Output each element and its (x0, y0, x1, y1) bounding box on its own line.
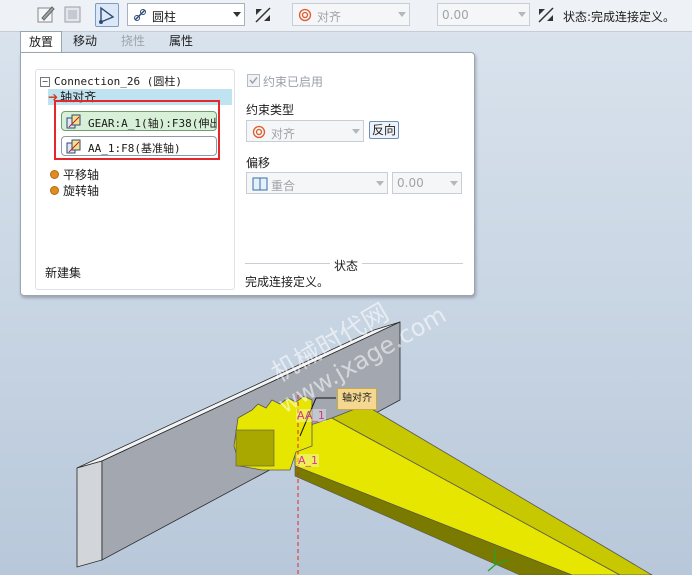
constraint-type-toolbar-select[interactable]: 对齐 (292, 3, 410, 26)
dashboard-settings-icon[interactable] (34, 3, 58, 27)
set-status-icon (50, 170, 59, 179)
tab-move[interactable]: 移动 (66, 31, 104, 52)
cylinder-joint-icon (133, 8, 147, 25)
tab-properties[interactable]: 属性 (162, 31, 200, 52)
chevron-down-icon (450, 181, 458, 186)
reverse-button[interactable]: 反向 (369, 121, 399, 139)
status-header: 状态 (330, 257, 363, 274)
toolbar-status-text: 状态:完成连接定义。 (563, 10, 676, 24)
axis-label-a1: A_1 (297, 454, 320, 467)
dashboard-toolbar: 圆柱 对齐 0.00 状态:完成连接定义。 (0, 0, 692, 32)
offset-toolbar-value: 0.00 (442, 8, 469, 22)
axis-label-aa1: AA_1 (296, 409, 326, 422)
offset-type-value: 重合 (271, 179, 296, 193)
tab-flexibility[interactable]: 挠性 (114, 31, 152, 52)
chevron-down-icon (518, 12, 526, 17)
tree-root-label: Connection_26 (圆柱) (54, 75, 182, 88)
tree-set-rotate[interactable]: 旋转轴 (50, 183, 99, 199)
chevron-down-icon (233, 12, 241, 17)
constraint-enabled-label: 约束已启用 (263, 75, 324, 89)
offset-value: 0.00 (397, 176, 424, 190)
align-constraint-icon (252, 125, 266, 142)
constraint-enabled-checkbox[interactable] (247, 74, 260, 87)
tab-placement[interactable]: 放置 (20, 31, 62, 54)
offset-toolbar-input[interactable]: 0.00 (437, 3, 530, 26)
set-status-icon (50, 186, 59, 195)
layer-icon[interactable] (61, 3, 85, 27)
constraint-type-toolbar-value: 对齐 (317, 10, 342, 24)
tree-set-translate[interactable]: 平移轴 (50, 167, 99, 183)
coincident-icon (252, 177, 268, 194)
tree-set-translate-label: 平移轴 (63, 168, 100, 182)
constraint-type-label: 约束类型 (246, 103, 295, 117)
annotation-tag: 轴对齐 (337, 388, 377, 410)
offset-value-input[interactable]: 0.00 (392, 172, 462, 194)
annotation-tag-label: 轴对齐 (342, 393, 372, 404)
tree-set-rotate-label: 旋转轴 (63, 184, 100, 198)
checkmark-icon (249, 77, 258, 85)
tree-root[interactable]: − Connection_26 (圆柱) (40, 73, 182, 89)
dimension-axis-icon[interactable] (534, 3, 558, 27)
offset-label: 偏移 (246, 156, 271, 170)
constraint-type-value: 对齐 (271, 127, 296, 141)
status-message: 完成连接定义。 (245, 275, 330, 289)
chevron-down-icon (352, 129, 360, 134)
connection-type-value: 圆柱 (152, 10, 177, 24)
new-set-link[interactable]: 新建集 (45, 265, 81, 281)
align-constraint-icon (298, 8, 312, 25)
offset-type-select[interactable]: 重合 (246, 172, 388, 194)
flip-icon[interactable] (251, 3, 275, 27)
chevron-down-icon (376, 181, 384, 186)
placement-panel: − Connection_26 (圆柱) ➔ 轴对齐 GEAR:A_1(轴):F38… (20, 52, 475, 296)
connection-type-select[interactable]: 圆柱 (127, 3, 245, 26)
highlight-frame (54, 100, 220, 160)
constraint-mode-icon[interactable] (95, 3, 119, 27)
chevron-down-icon (398, 12, 406, 17)
constraint-type-select[interactable]: 对齐 (246, 120, 364, 142)
collapse-icon[interactable]: − (40, 77, 50, 87)
